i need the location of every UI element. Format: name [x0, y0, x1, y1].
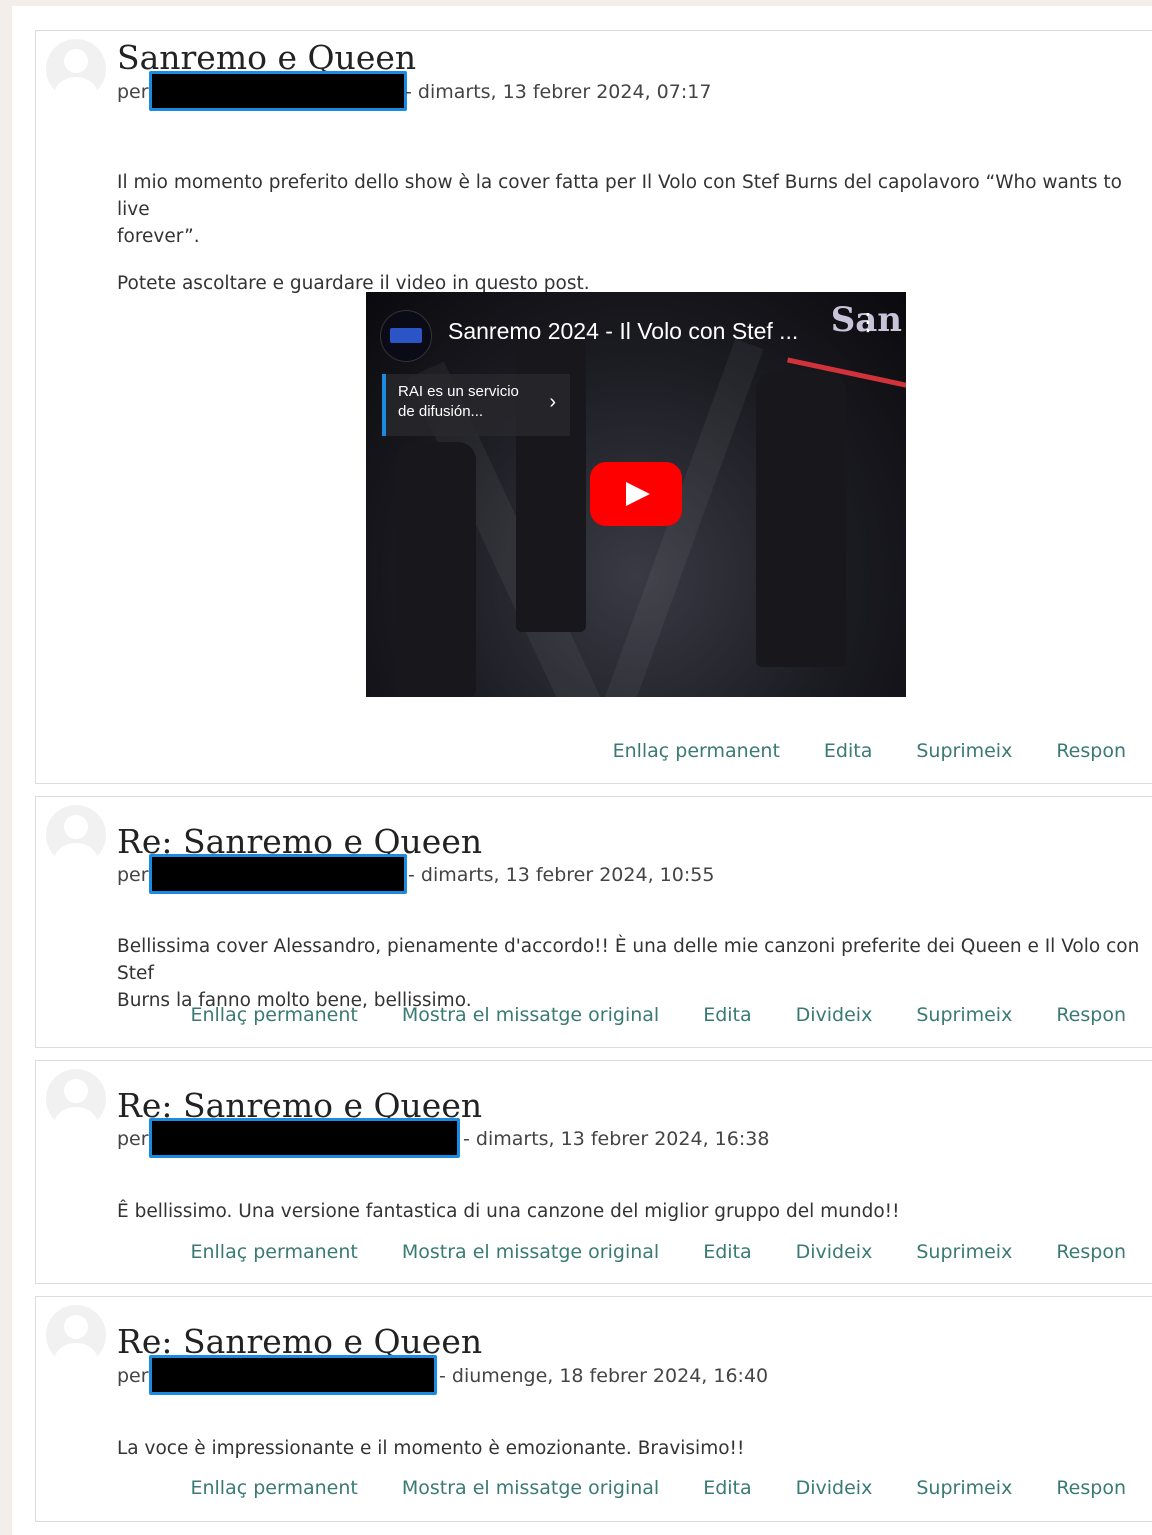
post-actions: Enllaç permanent Edita Suprimeix Respon — [569, 740, 1126, 762]
post-date: - dimarts, 13 febrer 2024, 10:55 — [408, 864, 715, 886]
split-link[interactable]: Divideix — [796, 1241, 873, 1263]
post-body: Ê bellissimo. Una versione fantastica di… — [117, 1198, 1152, 1225]
reply-link[interactable]: Respon — [1056, 1241, 1126, 1263]
post-date: - dimarts, 13 febrer 2024, 07:17 — [405, 81, 712, 103]
performer-figure — [756, 372, 846, 667]
post-paragraph: La voce è impressionante e il momento è … — [117, 1438, 745, 1459]
split-link[interactable]: Divideix — [796, 1477, 873, 1499]
performer-figure — [396, 442, 476, 697]
post-subject: Re: Sanremo e Queen — [117, 1322, 483, 1361]
post-body: Il mio momento preferito dello show è la… — [117, 169, 1147, 297]
edit-link[interactable]: Edita — [703, 1477, 751, 1499]
redacted-author — [149, 1118, 460, 1158]
post-body: Bellissima cover Alessandro, pienamente … — [117, 933, 1152, 1014]
post-date: - dimarts, 13 febrer 2024, 16:38 — [463, 1128, 770, 1150]
more-options-icon[interactable]: ⋮ — [856, 310, 880, 344]
post-paragraph: Ê bellissimo. Una versione fantastica di… — [117, 1201, 900, 1222]
video-info-panel[interactable]: RAI es un servicio de difusión... › — [382, 374, 570, 436]
reply-link[interactable]: Respon — [1056, 1004, 1126, 1026]
forum-post: Re: Sanremo e Queen per - dimarts, 13 fe… — [35, 1060, 1152, 1284]
user-avatar-icon[interactable] — [46, 1305, 106, 1365]
permalink-link[interactable]: Enllaç permanent — [613, 740, 780, 762]
reply-link[interactable]: Respon — [1056, 1477, 1126, 1499]
byline-per: per — [117, 1128, 149, 1150]
post-actions: Enllaç permanent Mostra el missatge origi… — [146, 1004, 1126, 1026]
post-date: - diumenge, 18 febrer 2024, 16:40 — [439, 1365, 769, 1387]
redacted-author — [149, 854, 407, 894]
show-original-link[interactable]: Mostra el missatge original — [402, 1241, 659, 1263]
info-line: RAI es un servicio — [398, 383, 519, 400]
redacted-author — [149, 1355, 437, 1395]
delete-link[interactable]: Suprimeix — [916, 1477, 1012, 1499]
post-paragraph: forever”. — [117, 226, 200, 247]
edit-link[interactable]: Edita — [703, 1004, 751, 1026]
edit-link[interactable]: Edita — [824, 740, 872, 762]
reply-link[interactable]: Respon — [1056, 740, 1126, 762]
show-original-link[interactable]: Mostra el missatge original — [402, 1004, 659, 1026]
byline-per: per — [117, 864, 149, 886]
permalink-link[interactable]: Enllaç permanent — [190, 1477, 357, 1499]
forum-post: Re: Sanremo e Queen per - diumenge, 18 f… — [35, 1296, 1152, 1522]
embedded-video[interactable]: Sanremo 2024 - Il Volo con Stef ... San … — [366, 292, 906, 697]
user-avatar-icon[interactable] — [46, 39, 106, 99]
chevron-right-icon: › — [549, 391, 556, 413]
byline-per: per — [117, 1365, 149, 1387]
forum-post: Sanremo e Queen per - dimarts, 13 febrer… — [35, 30, 1152, 784]
forum-post: Re: Sanremo e Queen per - dimarts, 13 fe… — [35, 796, 1152, 1048]
byline-per: per — [117, 81, 149, 103]
redacted-author — [149, 71, 407, 111]
post-body: La voce è impressionante e il momento è … — [117, 1435, 1152, 1462]
post-paragraph: Il mio momento preferito dello show è la… — [117, 172, 1122, 220]
permalink-link[interactable]: Enllaç permanent — [190, 1004, 357, 1026]
delete-link[interactable]: Suprimeix — [916, 1004, 1012, 1026]
split-link[interactable]: Divideix — [796, 1004, 873, 1026]
user-avatar-icon[interactable] — [46, 1069, 106, 1129]
post-subject: Sanremo e Queen — [117, 38, 417, 77]
raiplay-logo-icon[interactable] — [380, 310, 432, 362]
post-actions: Enllaç permanent Mostra el missatge origi… — [146, 1241, 1126, 1263]
permalink-link[interactable]: Enllaç permanent — [190, 1241, 357, 1263]
video-title[interactable]: Sanremo 2024 - Il Volo con Stef ... — [448, 318, 798, 345]
show-original-link[interactable]: Mostra el missatge original — [402, 1477, 659, 1499]
edit-link[interactable]: Edita — [703, 1241, 751, 1263]
info-line: de difusión... — [398, 403, 484, 420]
delete-link[interactable]: Suprimeix — [916, 1241, 1012, 1263]
delete-link[interactable]: Suprimeix — [916, 740, 1012, 762]
play-button-icon[interactable] — [590, 462, 682, 526]
post-actions: Enllaç permanent Mostra el missatge origi… — [146, 1477, 1126, 1499]
post-paragraph: Bellissima cover Alessandro, pienamente … — [117, 936, 1140, 984]
user-avatar-icon[interactable] — [46, 805, 106, 865]
